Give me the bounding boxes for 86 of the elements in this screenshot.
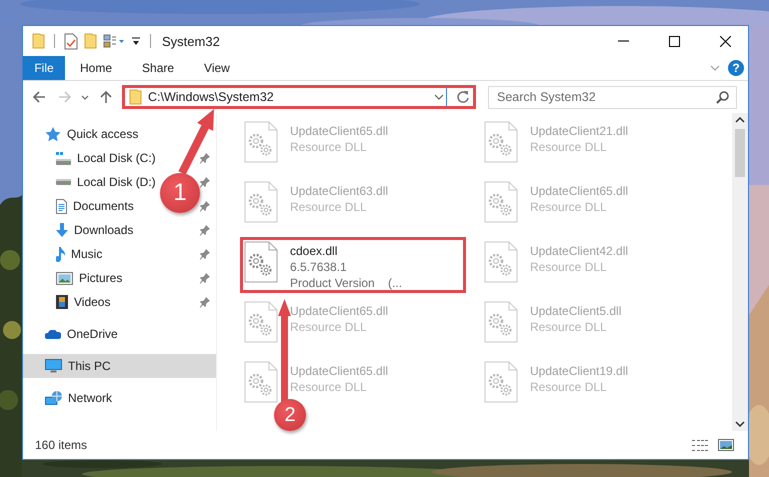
pin-icon[interactable]	[199, 248, 210, 260]
file-detail: Product Version (...	[290, 275, 402, 291]
minimize-icon	[618, 40, 629, 42]
document-icon	[56, 198, 67, 214]
sidebar-item[interactable]: Videos	[56, 290, 110, 314]
sidebar-item[interactable]: Documents	[56, 194, 134, 218]
file-icon	[244, 121, 278, 163]
file-icon	[244, 301, 278, 343]
file-detail: Resource DLL	[530, 319, 608, 335]
pin-icon[interactable]	[199, 272, 210, 284]
ribbon-tab[interactable]: Home	[65, 56, 128, 80]
ribbon-tab[interactable]: View	[189, 56, 245, 80]
network-icon	[45, 391, 62, 405]
arrow	[178, 108, 215, 176]
folder-icon	[32, 33, 45, 49]
file-icon	[484, 361, 518, 403]
file-icon	[484, 241, 518, 283]
file-icon	[244, 241, 278, 283]
window-title: System32	[162, 34, 221, 48]
file-icon	[244, 361, 278, 403]
sidebar-item[interactable]: OneDrive	[45, 322, 118, 346]
file-detail: Resource DLL	[530, 379, 608, 395]
file-detail: Resource DLL	[530, 259, 608, 275]
file-icon	[244, 181, 278, 223]
file-icon	[484, 121, 518, 163]
large-icons-view-button[interactable]	[716, 436, 736, 454]
sidebar-item[interactable]: Network	[45, 386, 112, 410]
pin-icon[interactable]	[199, 224, 210, 236]
file-name: cdoex.dll	[290, 243, 338, 259]
scrollbar[interactable]	[732, 113, 748, 431]
chevron-down-icon	[434, 94, 444, 100]
new-folder-icon	[84, 33, 97, 49]
file-detail: Resource DLL	[290, 379, 368, 395]
file-detail: 6.5.7638.1	[290, 259, 348, 275]
picture-icon	[56, 272, 73, 284]
search-icon[interactable]	[716, 90, 729, 104]
file-detail: Resource DLL	[290, 319, 368, 335]
sidebar-item[interactable]: Pictures	[56, 266, 122, 290]
details-view-icon	[692, 440, 708, 450]
file-detail: Resource DLL	[290, 199, 368, 215]
file-icon	[484, 181, 518, 223]
ribbon-tab[interactable]: Share	[127, 56, 190, 80]
large-icons-view-icon	[718, 439, 734, 451]
item-count: 160 items	[35, 438, 88, 452]
file-detail: Resource DLL	[530, 199, 608, 215]
file-detail: Resource DLL	[290, 139, 368, 155]
properties-icon[interactable]	[64, 32, 78, 50]
monitor-icon	[45, 359, 62, 373]
file-icon	[484, 301, 518, 343]
refresh-icon	[456, 90, 470, 104]
star-icon	[45, 126, 61, 142]
scroll-up-icon[interactable]	[735, 117, 745, 123]
download-icon	[56, 223, 68, 237]
sidebar-item[interactable]: This PC	[23, 354, 216, 378]
sidebar-item[interactable]: Quick access	[45, 122, 138, 146]
forward-arrow-icon	[57, 90, 71, 104]
view-options-icon[interactable]	[103, 34, 125, 48]
help-button[interactable]: ?	[728, 60, 744, 76]
film-icon	[56, 295, 68, 309]
file-detail: Resource DLL	[530, 139, 608, 155]
pin-icon[interactable]	[199, 296, 210, 308]
file-item[interactable]: cdoex.dll 6.5.7638.1 Product Version (...	[240, 237, 466, 293]
customize-toolbar-icon[interactable]	[131, 36, 141, 46]
expand-ribbon-icon[interactable]	[710, 65, 720, 71]
scroll-down-icon[interactable]	[735, 421, 745, 427]
address-bar[interactable]: C:\Windows\System32	[122, 85, 476, 109]
maximize-icon	[669, 36, 680, 46]
search-field[interactable]: Search System32	[488, 86, 737, 108]
sidebar-item[interactable]: Local Disk (D:)	[56, 170, 156, 194]
folder-icon	[129, 89, 142, 105]
up-arrow-icon	[99, 90, 113, 104]
pin-icon[interactable]	[199, 200, 210, 212]
scroll-thumb[interactable]	[735, 129, 745, 177]
drive-icon	[56, 179, 71, 185]
pin-icon[interactable]	[199, 152, 210, 164]
sidebar-item[interactable]: Downloads	[56, 218, 134, 242]
close-icon	[720, 36, 731, 46]
pin-icon[interactable]	[199, 176, 210, 188]
cloud-icon	[45, 330, 61, 338]
sidebar-item[interactable]: Local Disk (C:)	[56, 146, 156, 170]
address-path: C:\Windows\System32	[148, 90, 275, 104]
sidebar-item[interactable]: Music	[56, 242, 102, 266]
back-arrow-icon	[33, 90, 47, 104]
drive-icon	[56, 152, 71, 164]
ribbon-tab[interactable]: File	[23, 56, 65, 80]
music-note-icon	[56, 246, 65, 262]
